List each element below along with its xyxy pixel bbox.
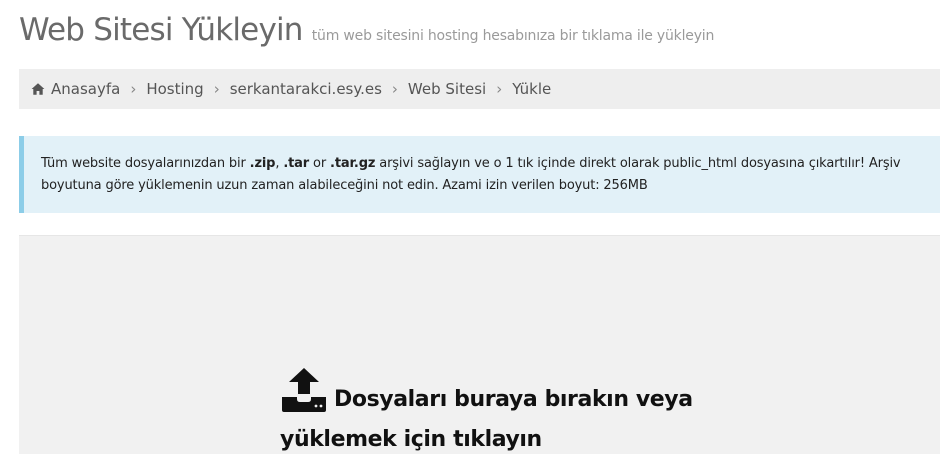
alert-text: or [309,156,331,171]
breadcrumb-label: Yükle [512,80,552,98]
breadcrumb-item-home[interactable]: Anasayfa [19,80,120,98]
alert-ext-targz: .tar.gz [330,156,376,171]
home-icon [31,82,45,96]
upload-icon [280,366,328,412]
breadcrumb-item-domain[interactable]: serkantarakci.esy.es [230,80,382,98]
breadcrumb-label: serkantarakci.esy.es [229,80,382,98]
breadcrumb-separator: › [391,80,398,98]
alert-ext-tar: .tar [283,156,310,171]
breadcrumb-separator: › [213,80,220,98]
page-subtitle: tüm web sitesini hosting hesabınıza bir … [311,28,715,44]
breadcrumb-item-website[interactable]: Web Sitesi [408,80,486,98]
dropzone-message[interactable]: Dosyaları buraya bırakın veya yüklemek i… [280,366,740,454]
breadcrumb-label: Hosting [146,80,204,98]
upload-website-page: Web Sitesi Yükleyin tüm web sitesini hos… [0,0,940,454]
breadcrumb-item-hosting[interactable]: Hosting [146,80,203,98]
page-title: Web Sitesi Yükleyin [19,12,303,48]
breadcrumb-separator: › [496,80,503,98]
breadcrumb-separator: › [130,80,137,98]
breadcrumb: Anasayfa › Hosting › serkantarakci.esy.e… [19,69,940,109]
page-header: Web Sitesi Yükleyin tüm web sitesini hos… [19,12,714,48]
file-dropzone[interactable]: Dosyaları buraya bırakın veya yüklemek i… [19,235,940,454]
alert-text: Tüm website dosyalarınızdan bir [41,156,250,171]
breadcrumb-label: Anasayfa [51,80,121,98]
alert-ext-zip: .zip [249,156,276,171]
info-alert: Tüm website dosyalarınızdan bir .zip, .t… [19,136,940,213]
breadcrumb-label: Web Sitesi [407,80,487,98]
dropzone-label: Dosyaları buraya bırakın veya yüklemek i… [280,387,693,452]
breadcrumb-item-upload: Yükle [512,80,551,98]
